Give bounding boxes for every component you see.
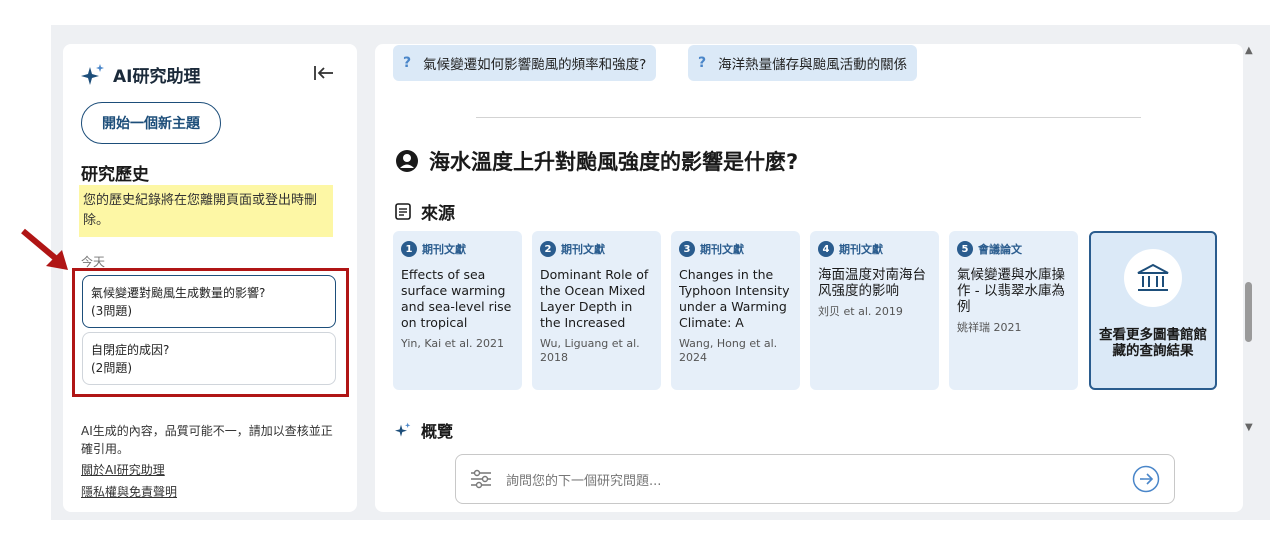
question-mark-icon: ?: [698, 55, 707, 71]
chip-label: 氣候變遷如何影響颱風的頻率和強度?: [423, 57, 647, 73]
suggestion-chip[interactable]: ? 氣候變遷如何影響颱風的頻率和強度?: [393, 45, 657, 81]
collapse-sidebar-icon[interactable]: [313, 64, 335, 82]
sparkle-icon: [395, 422, 411, 437]
privacy-link[interactable]: 隱私權與免責聲明: [81, 483, 177, 500]
source-type: 2 期刊文獻: [540, 241, 653, 257]
scrollbar-thumb[interactable]: [1245, 282, 1252, 342]
sparkle-icon: [81, 63, 104, 85]
source-type: 1 期刊文獻: [401, 241, 514, 257]
source-card[interactable]: 2 期刊文獻 Dominant Role of the Ocean Mixed L…: [532, 231, 661, 390]
source-title: Effects of sea surface warming and sea-l…: [401, 267, 512, 333]
question-mark-icon: ?: [403, 55, 412, 71]
annotation-highlight-box: [72, 268, 349, 397]
source-type-label: 期刊文獻: [700, 243, 744, 256]
source-type: 5 會議論文: [957, 241, 1070, 257]
question-heading: 海水溫度上升對颱風強度的影響是什麼?: [395, 146, 798, 176]
source-card[interactable]: 4 期刊文獻 海面温度对南海台风强度的影响 刘贝 et al. 2019: [810, 231, 939, 390]
ask-input[interactable]: 詢問您的下一個研究問題...: [506, 470, 1132, 489]
overview-heading: 概覽: [395, 418, 453, 442]
user-icon: [396, 150, 418, 172]
about-link[interactable]: 關於AI研究助理: [81, 461, 165, 478]
sources-heading: 來源: [395, 199, 455, 224]
sources-label: 來源: [421, 204, 455, 224]
source-number: 5: [957, 241, 973, 257]
suggestion-chip[interactable]: ? 海洋熱量儲存與颱風活動的關係: [688, 45, 918, 81]
filter-sliders-icon[interactable]: [470, 469, 492, 489]
annotation-arrow-icon: [21, 228, 68, 270]
send-arrow-icon[interactable]: [1132, 465, 1160, 493]
chip-label: 海洋熱量儲存與颱風活動的關係: [718, 57, 908, 73]
source-number: 4: [818, 241, 834, 257]
source-title: 氣候變遷與水庫操作 - 以翡翠水庫為例: [957, 267, 1065, 315]
source-card[interactable]: 1 期刊文獻 Effects of sea surface warming and…: [393, 231, 522, 390]
scroll-up-icon[interactable]: ▲: [1245, 45, 1253, 56]
ask-input-box[interactable]: 詢問您的下一個研究問題...: [455, 454, 1175, 504]
source-author: 姚祥瑞 2021: [957, 321, 1022, 334]
history-notice: 您的歷史紀錄將在您離開頁面或登出時刪除。: [79, 185, 333, 237]
more-results-label: 查看更多圖書館館藏的查詢結果: [1099, 327, 1207, 359]
overview-label: 概覽: [421, 422, 454, 441]
scroll-down-icon[interactable]: ▼: [1245, 422, 1253, 433]
source-title: Dominant Role of the Ocean Mixed Layer D…: [540, 267, 649, 333]
source-card[interactable]: 5 會議論文 氣候變遷與水庫操作 - 以翡翠水庫為例 姚祥瑞 2021: [949, 231, 1078, 390]
sidebar-title: AI研究助理: [113, 67, 201, 87]
source-type: 4 期刊文獻: [818, 241, 931, 257]
source-type-label: 期刊文獻: [839, 243, 883, 256]
source-number: 3: [679, 241, 695, 257]
source-author: 刘贝 et al. 2019: [818, 305, 903, 318]
question-title: 海水溫度上升對颱風強度的影響是什麼?: [429, 150, 799, 174]
ai-disclaimer: AI生成的內容，品質可能不一，請加以查核並正確引用。: [81, 424, 333, 456]
source-title: 海面温度对南海台风强度的影响: [818, 267, 926, 299]
source-title: Changes in the Typhoon Intensity under a…: [679, 267, 790, 333]
document-icon: [395, 203, 411, 220]
source-type-label: 期刊文獻: [561, 243, 605, 256]
source-author: Wang, Hong et al. 2024: [679, 337, 778, 364]
divider: [476, 117, 1141, 118]
source-card[interactable]: 3 期刊文獻 Changes in the Typhoon Intensity u…: [671, 231, 800, 390]
source-type-label: 會議論文: [978, 243, 1022, 256]
source-type: 3 期刊文獻: [679, 241, 792, 257]
main-panel: ? 氣候變遷如何影響颱風的頻率和強度? ? 海洋熱量儲存與颱風活動的關係 海水溫…: [375, 44, 1243, 512]
source-number: 1: [401, 241, 417, 257]
new-topic-button[interactable]: 開始一個新主題: [81, 102, 221, 144]
sidebar-header: AI研究助理: [81, 62, 200, 87]
source-number: 2: [540, 241, 556, 257]
library-icon: [1137, 263, 1169, 291]
history-heading: 研究歷史: [81, 165, 149, 185]
source-type-label: 期刊文獻: [422, 243, 466, 256]
source-author: Yin, Kai et al. 2021: [401, 337, 505, 350]
source-author: Wu, Liguang et al. 2018: [540, 337, 640, 364]
more-results-card[interactable]: 查看更多圖書館館藏的查詢結果: [1089, 231, 1217, 390]
library-icon-wrap: [1124, 249, 1182, 307]
